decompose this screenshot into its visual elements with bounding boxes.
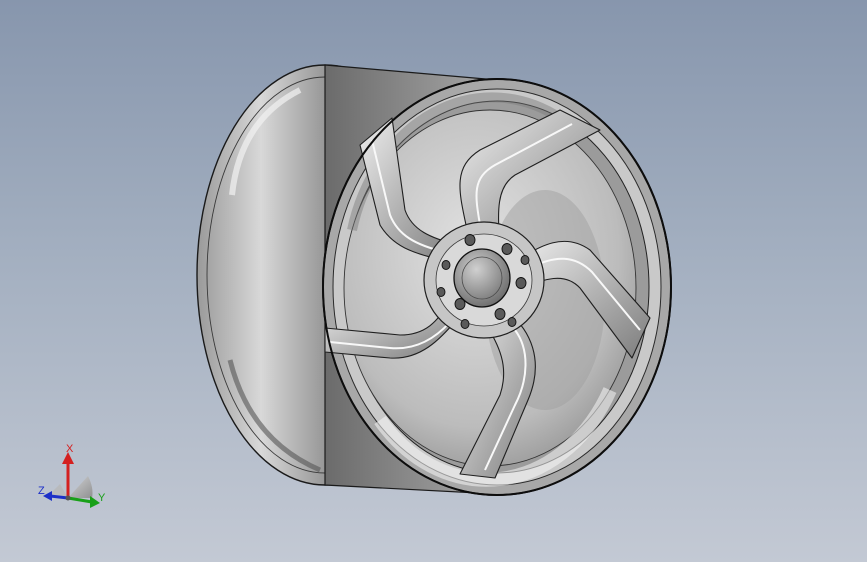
coordinate-triad[interactable]: X Y Z	[30, 440, 120, 520]
lug-hole-5	[454, 298, 466, 310]
triad-graphic	[43, 452, 100, 508]
lug-hole-3	[515, 277, 527, 289]
wheel-rim-model[interactable]	[0, 0, 867, 562]
z-axis-label: Z	[38, 485, 45, 497]
hub	[423, 221, 545, 339]
y-axis-label: Y	[98, 492, 106, 504]
graphics-viewport[interactable]: X Y Z	[0, 0, 867, 562]
lug-hole-4	[494, 308, 506, 320]
lug-hole-1	[464, 234, 476, 246]
x-axis-label: X	[66, 443, 74, 455]
lug-hole-2	[501, 243, 513, 255]
